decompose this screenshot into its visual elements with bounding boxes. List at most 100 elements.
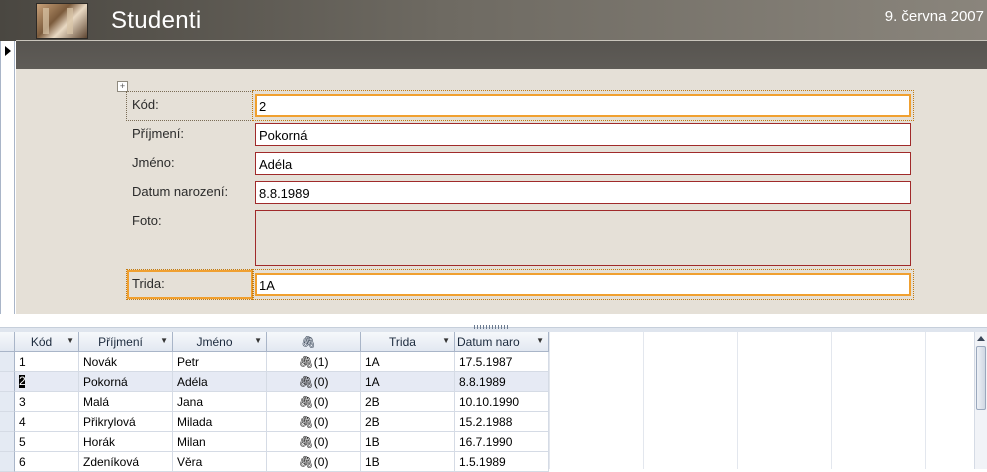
- column-header-label: Trida: [389, 335, 416, 349]
- cell-prijmeni[interactable]: Zdeníková: [79, 452, 173, 472]
- datasheet-header: Kód ▼ Příjmení ▼ Jméno ▼ 🖇 Trida ▼ Datum nar…: [0, 332, 975, 352]
- paperclip-icon: 🖇: [298, 375, 314, 389]
- form-logo: [36, 3, 88, 39]
- attachment-count: (0): [313, 375, 329, 389]
- cell-kod[interactable]: 5: [15, 432, 79, 452]
- row-selector[interactable]: [0, 412, 15, 432]
- label-prijmeni: Příjmení:: [132, 126, 185, 141]
- record-selector[interactable]: [0, 41, 15, 314]
- cell-datum[interactable]: 1.5.1989: [455, 452, 549, 472]
- cell-jmeno[interactable]: Petr: [173, 352, 267, 372]
- row-selector[interactable]: [0, 352, 15, 372]
- cell-trida[interactable]: 1A: [361, 352, 455, 372]
- vertical-scrollbar[interactable]: [974, 332, 987, 469]
- row-selector[interactable]: [0, 432, 15, 452]
- cell-attachment[interactable]: 🖇(0): [267, 392, 361, 412]
- cell-trida[interactable]: 1B: [361, 452, 455, 472]
- table-row[interactable]: 1 Novák Petr 🖇(1) 1A 17.5.1987: [0, 352, 975, 372]
- column-header-jmeno[interactable]: Jméno ▼: [173, 332, 267, 352]
- cell-jmeno[interactable]: Milada: [173, 412, 267, 432]
- dropdown-arrow-icon[interactable]: ▼: [160, 336, 168, 345]
- row-selector[interactable]: [0, 392, 15, 412]
- cell-prijmeni[interactable]: Malá: [79, 392, 173, 412]
- prijmeni-field[interactable]: Pokorná: [255, 123, 911, 146]
- cell-attachment[interactable]: 🖇(0): [267, 372, 361, 392]
- label-trida: Trida:: [132, 276, 165, 291]
- cell-prijmeni[interactable]: Horák: [79, 432, 173, 452]
- column-header-attachment[interactable]: 🖇: [267, 332, 361, 352]
- column-header-label: Příjmení: [98, 335, 143, 349]
- table-row-current[interactable]: 2 Pokorná Adéla 🖇(0) 1A 8.8.1989: [0, 372, 975, 392]
- label-kod: Kód:: [132, 97, 159, 112]
- label-jmeno: Jméno:: [132, 155, 175, 170]
- cell-kod[interactable]: 1: [15, 352, 79, 372]
- cell-attachment[interactable]: 🖇(1): [267, 352, 361, 372]
- table-row[interactable]: 4 Přikrylová Milada 🖇(0) 2B 15.2.1988: [0, 412, 975, 432]
- column-header-label: Datum naro: [457, 335, 520, 349]
- cell-cursor: 2: [19, 374, 26, 388]
- row-selector[interactable]: [0, 452, 15, 472]
- dropdown-arrow-icon[interactable]: ▼: [254, 336, 262, 345]
- label-foto: Foto:: [132, 213, 162, 228]
- form-title: Studenti: [111, 7, 202, 34]
- cell-jmeno[interactable]: Jana: [173, 392, 267, 412]
- table-row[interactable]: 3 Malá Jana 🖇(0) 2B 10.10.1990: [0, 392, 975, 412]
- kod-field[interactable]: 2: [255, 94, 911, 117]
- scroll-up-icon[interactable]: [977, 336, 985, 341]
- cell-datum[interactable]: 16.7.1990: [455, 432, 549, 452]
- dropdown-arrow-icon[interactable]: ▼: [536, 336, 544, 345]
- column-header-datum[interactable]: Datum naro ▼: [455, 332, 549, 352]
- table-row[interactable]: 6 Zdeníková Věra 🖇(0) 1B 1.5.1989: [0, 452, 975, 472]
- record-pointer-icon: [5, 46, 11, 56]
- column-header-label: Jméno: [196, 335, 233, 349]
- cell-attachment[interactable]: 🖇(0): [267, 432, 361, 452]
- split-form-splitter[interactable]: [0, 314, 987, 332]
- cell-prijmeni[interactable]: Přikrylová: [79, 412, 173, 432]
- cell-trida[interactable]: 2B: [361, 392, 455, 412]
- label-datum-narozeni: Datum narození:: [132, 184, 229, 199]
- form-header: Studenti 9. června 2007: [0, 0, 987, 41]
- cell-trida[interactable]: 2B: [361, 412, 455, 432]
- paperclip-icon: 🖇: [298, 355, 314, 369]
- cell-datum[interactable]: 15.2.1988: [455, 412, 549, 432]
- scroll-thumb[interactable]: [976, 346, 986, 410]
- cell-datum[interactable]: 10.10.1990: [455, 392, 549, 412]
- datum-narozeni-field[interactable]: 8.8.1989: [255, 181, 911, 204]
- column-header-kod[interactable]: Kód ▼: [15, 332, 79, 352]
- attachment-count: (1): [313, 355, 329, 369]
- cell-kod[interactable]: 6: [15, 452, 79, 472]
- trida-field[interactable]: 1A: [255, 273, 911, 296]
- attachment-count: (0): [313, 415, 329, 429]
- cell-prijmeni[interactable]: Pokorná: [79, 372, 173, 392]
- cell-jmeno[interactable]: Věra: [173, 452, 267, 472]
- cell-datum[interactable]: 8.8.1989: [455, 372, 549, 392]
- select-all-button[interactable]: [0, 332, 15, 352]
- table-row[interactable]: 5 Horák Milan 🖇(0) 1B 16.7.1990: [0, 432, 975, 452]
- jmeno-field[interactable]: Adéla: [255, 152, 911, 175]
- attachment-count: (0): [313, 455, 329, 469]
- cell-prijmeni[interactable]: Novák: [79, 352, 173, 372]
- cell-kod[interactable]: 3: [15, 392, 79, 412]
- dropdown-arrow-icon[interactable]: ▼: [442, 336, 450, 345]
- cell-trida[interactable]: 1B: [361, 432, 455, 452]
- cell-datum[interactable]: 17.5.1987: [455, 352, 549, 372]
- foto-attachment-field[interactable]: [255, 210, 911, 266]
- dropdown-arrow-icon[interactable]: ▼: [66, 336, 74, 345]
- cell-kod[interactable]: 4: [15, 412, 79, 432]
- row-selector[interactable]: [0, 372, 15, 392]
- cell-attachment[interactable]: 🖇(0): [267, 452, 361, 472]
- attachment-count: (0): [313, 395, 329, 409]
- header-date: 9. června 2007: [884, 8, 984, 25]
- column-header-prijmeni[interactable]: Příjmení ▼: [79, 332, 173, 352]
- paperclip-icon: 🖇: [298, 455, 314, 469]
- cell-jmeno[interactable]: Adéla: [173, 372, 267, 392]
- paperclip-icon: 🖇: [300, 335, 317, 349]
- column-header-trida[interactable]: Trida ▼: [361, 332, 455, 352]
- form-band: [16, 41, 987, 69]
- cell-jmeno[interactable]: Milan: [173, 432, 267, 452]
- datasheet: Kód ▼ Příjmení ▼ Jméno ▼ 🖇 Trida ▼ Datum nar…: [0, 332, 987, 472]
- cell-attachment[interactable]: 🖇(0): [267, 412, 361, 432]
- cell-trida[interactable]: 1A: [361, 372, 455, 392]
- splitter-grip[interactable]: [474, 325, 510, 329]
- cell-kod[interactable]: 2: [15, 372, 79, 392]
